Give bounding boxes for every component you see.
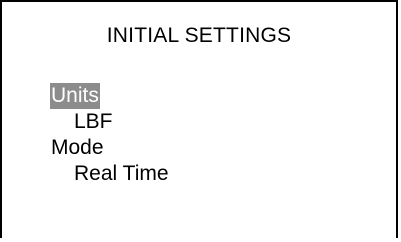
screen-title: INITIAL SETTINGS xyxy=(106,24,292,47)
menu-item-mode[interactable]: Mode xyxy=(50,135,170,161)
menu-item-units-label: Units xyxy=(50,83,100,109)
menu-item-mode-value[interactable]: Real Time xyxy=(50,161,170,187)
menu-item-units[interactable]: Units xyxy=(50,83,170,109)
settings-menu: Units LBF Mode Real Time xyxy=(50,83,170,187)
menu-item-mode-label: Mode xyxy=(51,136,104,159)
device-screen: INITIAL SETTINGS Units LBF Mode Real Tim… xyxy=(0,0,398,238)
menu-item-units-value-label: LBF xyxy=(74,110,113,133)
menu-item-mode-value-label: Real Time xyxy=(74,162,169,185)
menu-item-units-value[interactable]: LBF xyxy=(50,109,170,135)
